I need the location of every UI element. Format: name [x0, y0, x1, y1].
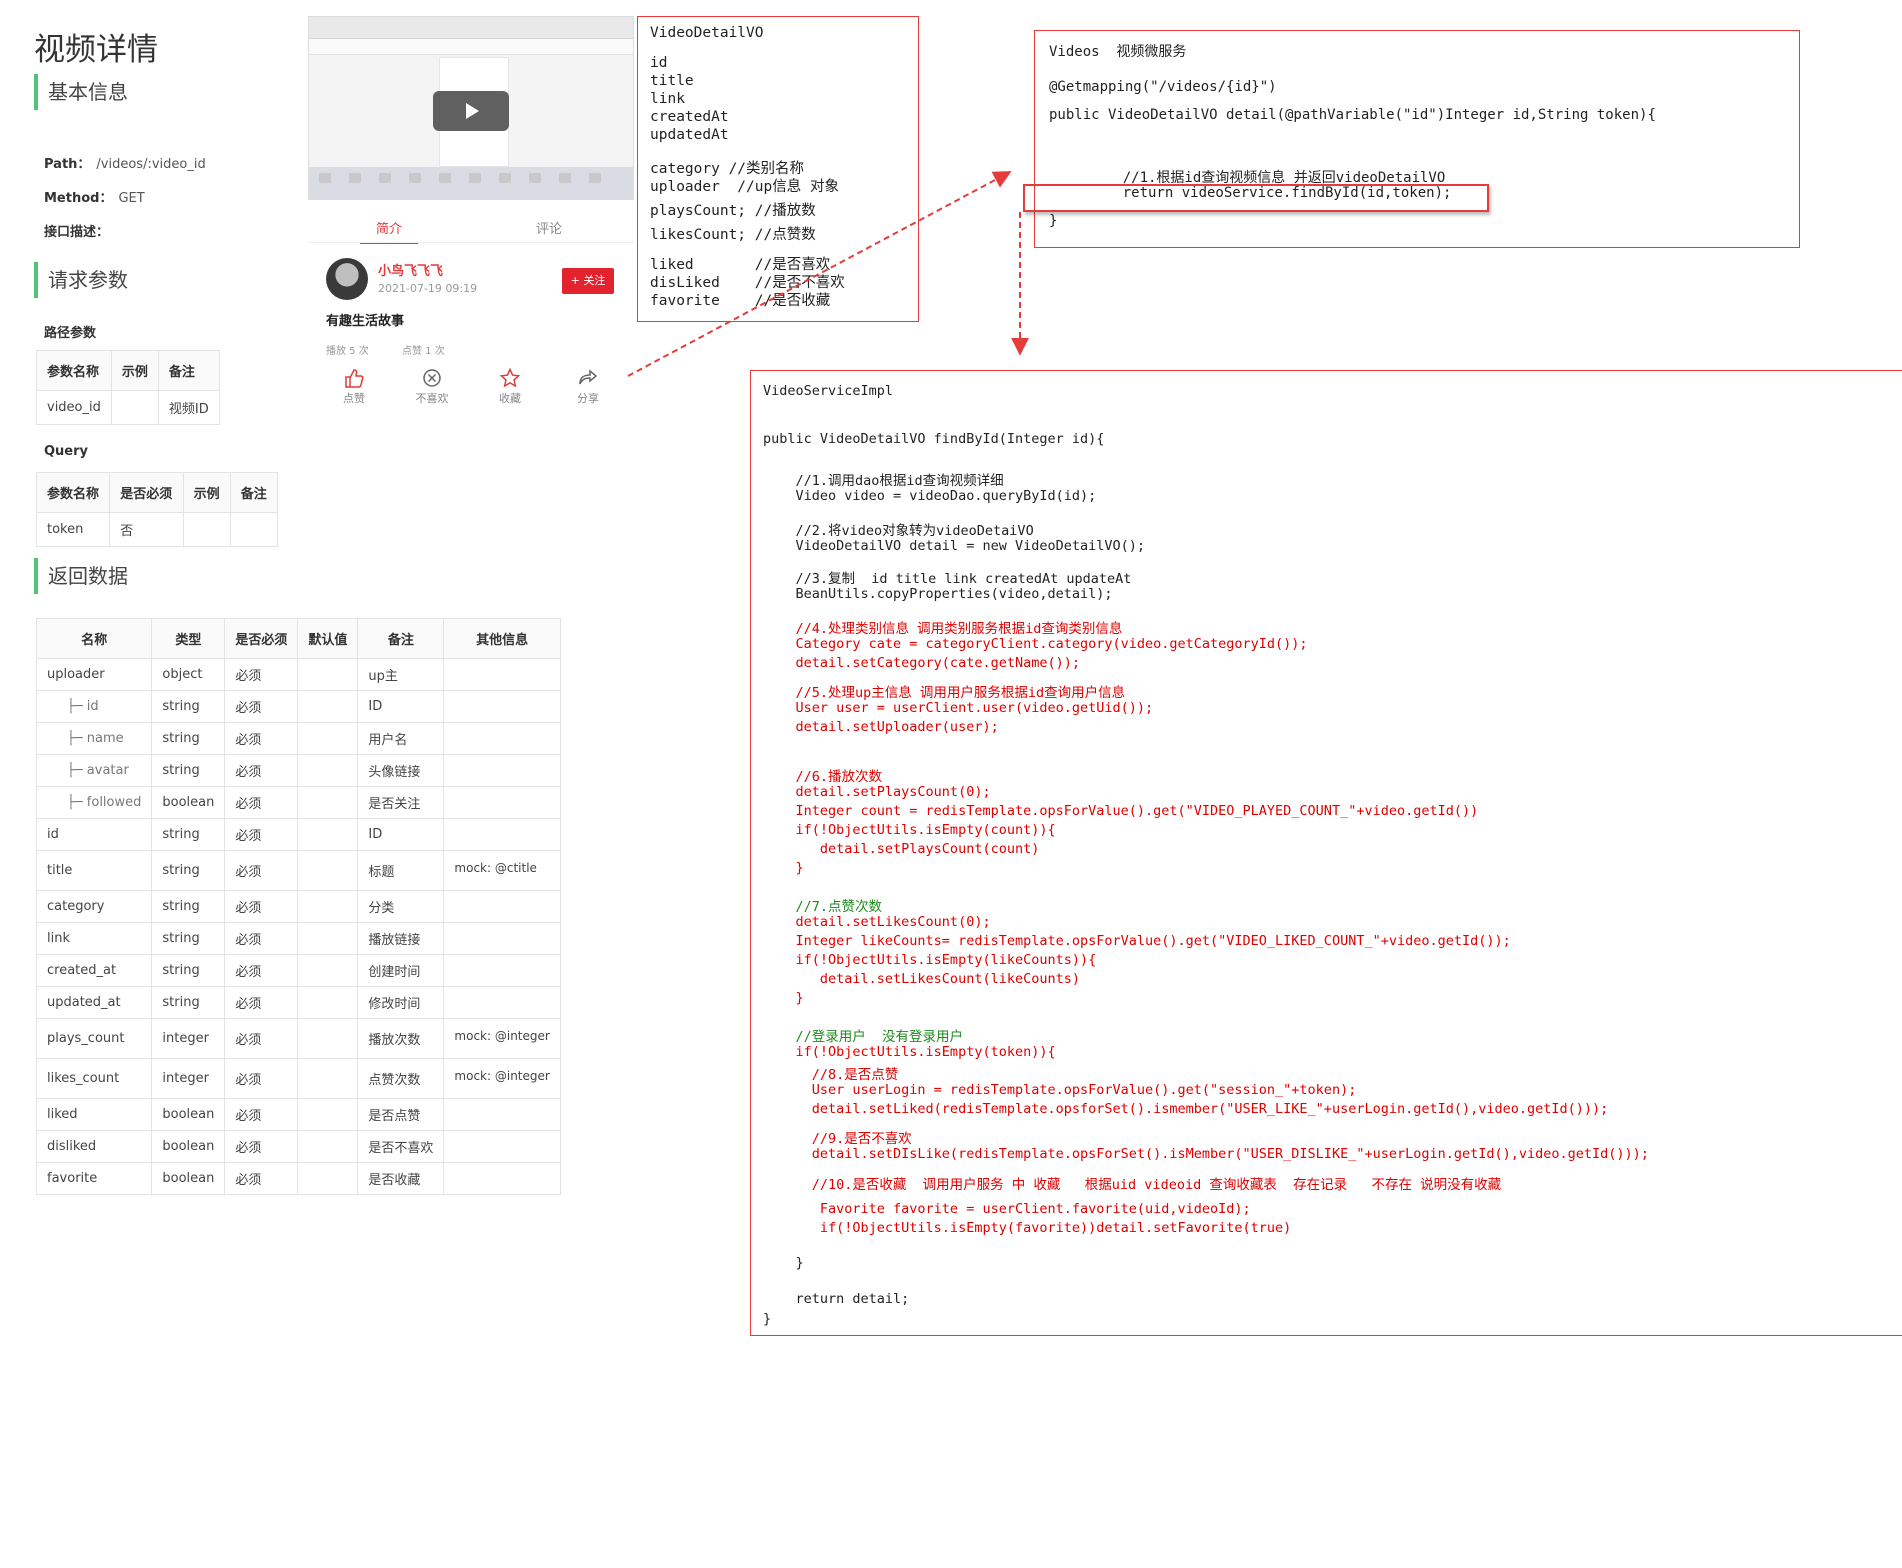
arrows-layer	[627, 171, 1029, 377]
arrow-phone-to-controller	[627, 171, 1012, 377]
